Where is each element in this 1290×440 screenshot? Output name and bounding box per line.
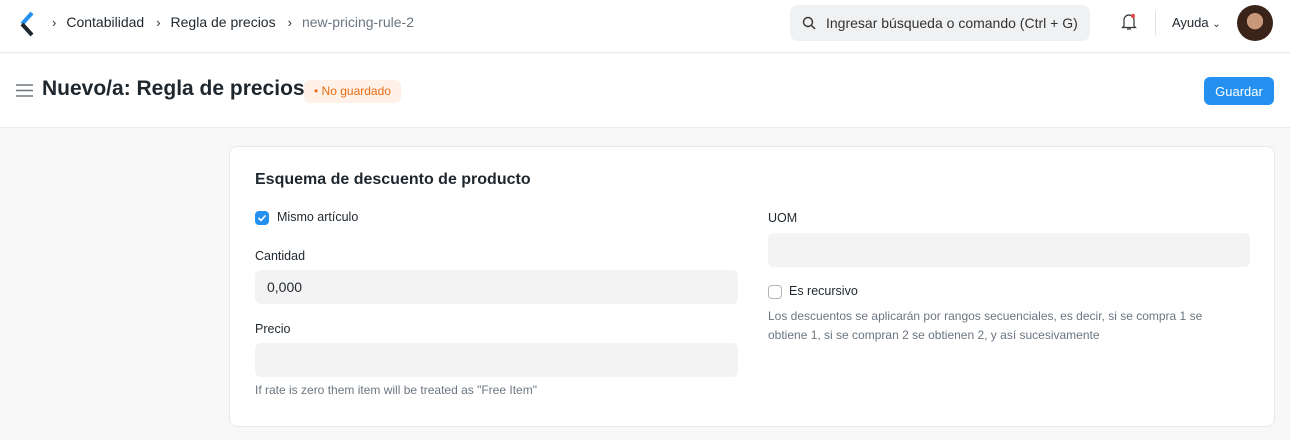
divider [1155, 11, 1156, 35]
check-icon [257, 214, 267, 222]
recursive-checkbox[interactable] [768, 285, 782, 299]
breadcrumb-current[interactable]: new-pricing-rule-2 [302, 14, 414, 30]
status-badge: • No guardado [304, 80, 401, 103]
navbar: › Contabilidad › Regla de precios › new-… [0, 0, 1290, 53]
bell-icon[interactable] [1120, 12, 1138, 32]
breadcrumb-regla-de-precios[interactable]: Regla de precios [171, 14, 276, 30]
help-label: Ayuda [1172, 15, 1209, 30]
rate-label: Precio [255, 322, 291, 336]
chevron-down-icon: ⌄ [1212, 19, 1221, 30]
rate-help: If rate is zero them item will be treate… [255, 383, 537, 397]
breadcrumb: › Contabilidad › Regla de precios › new-… [52, 14, 426, 30]
same-item-checkbox[interactable] [255, 211, 269, 225]
recursive-help: Los descuentos se aplicarán por rangos s… [768, 309, 1203, 342]
app-logo-icon[interactable] [18, 11, 38, 37]
product-discount-section: Esquema de descuento de producto Mismo a… [229, 146, 1275, 427]
same-item-label: Mismo artículo [277, 210, 359, 224]
qty-label: Cantidad [255, 249, 306, 263]
page-head: Nuevo/a: Regla de precios • No guardado … [0, 54, 1290, 128]
search-placeholder: Ingresar búsqueda o comando (Ctrl + G) [826, 15, 1078, 31]
avatar[interactable] [1237, 5, 1273, 41]
uom-input[interactable] [768, 233, 1250, 267]
qty-input[interactable]: 0,000 [255, 270, 738, 304]
help-dropdown[interactable]: Ayuda ⌄ [1172, 15, 1221, 30]
chevron-right-icon: › [287, 14, 292, 30]
search-icon [802, 16, 816, 30]
save-button[interactable]: Guardar [1204, 77, 1274, 105]
rate-input[interactable] [255, 343, 738, 377]
status-text: No guardado [321, 84, 391, 98]
page-title: Nuevo/a: Regla de precios [42, 77, 305, 100]
uom-label: UOM [768, 211, 798, 225]
recursive-label: Es recursivo [789, 284, 858, 298]
breadcrumb-contabilidad[interactable]: Contabilidad [66, 14, 144, 30]
section-title: Esquema de descuento de producto [255, 171, 531, 188]
chevron-right-icon: › [156, 14, 161, 30]
search-input[interactable]: Ingresar búsqueda o comando (Ctrl + G) [790, 5, 1090, 41]
chevron-right-icon: › [52, 14, 57, 30]
menu-icon[interactable] [16, 84, 33, 97]
